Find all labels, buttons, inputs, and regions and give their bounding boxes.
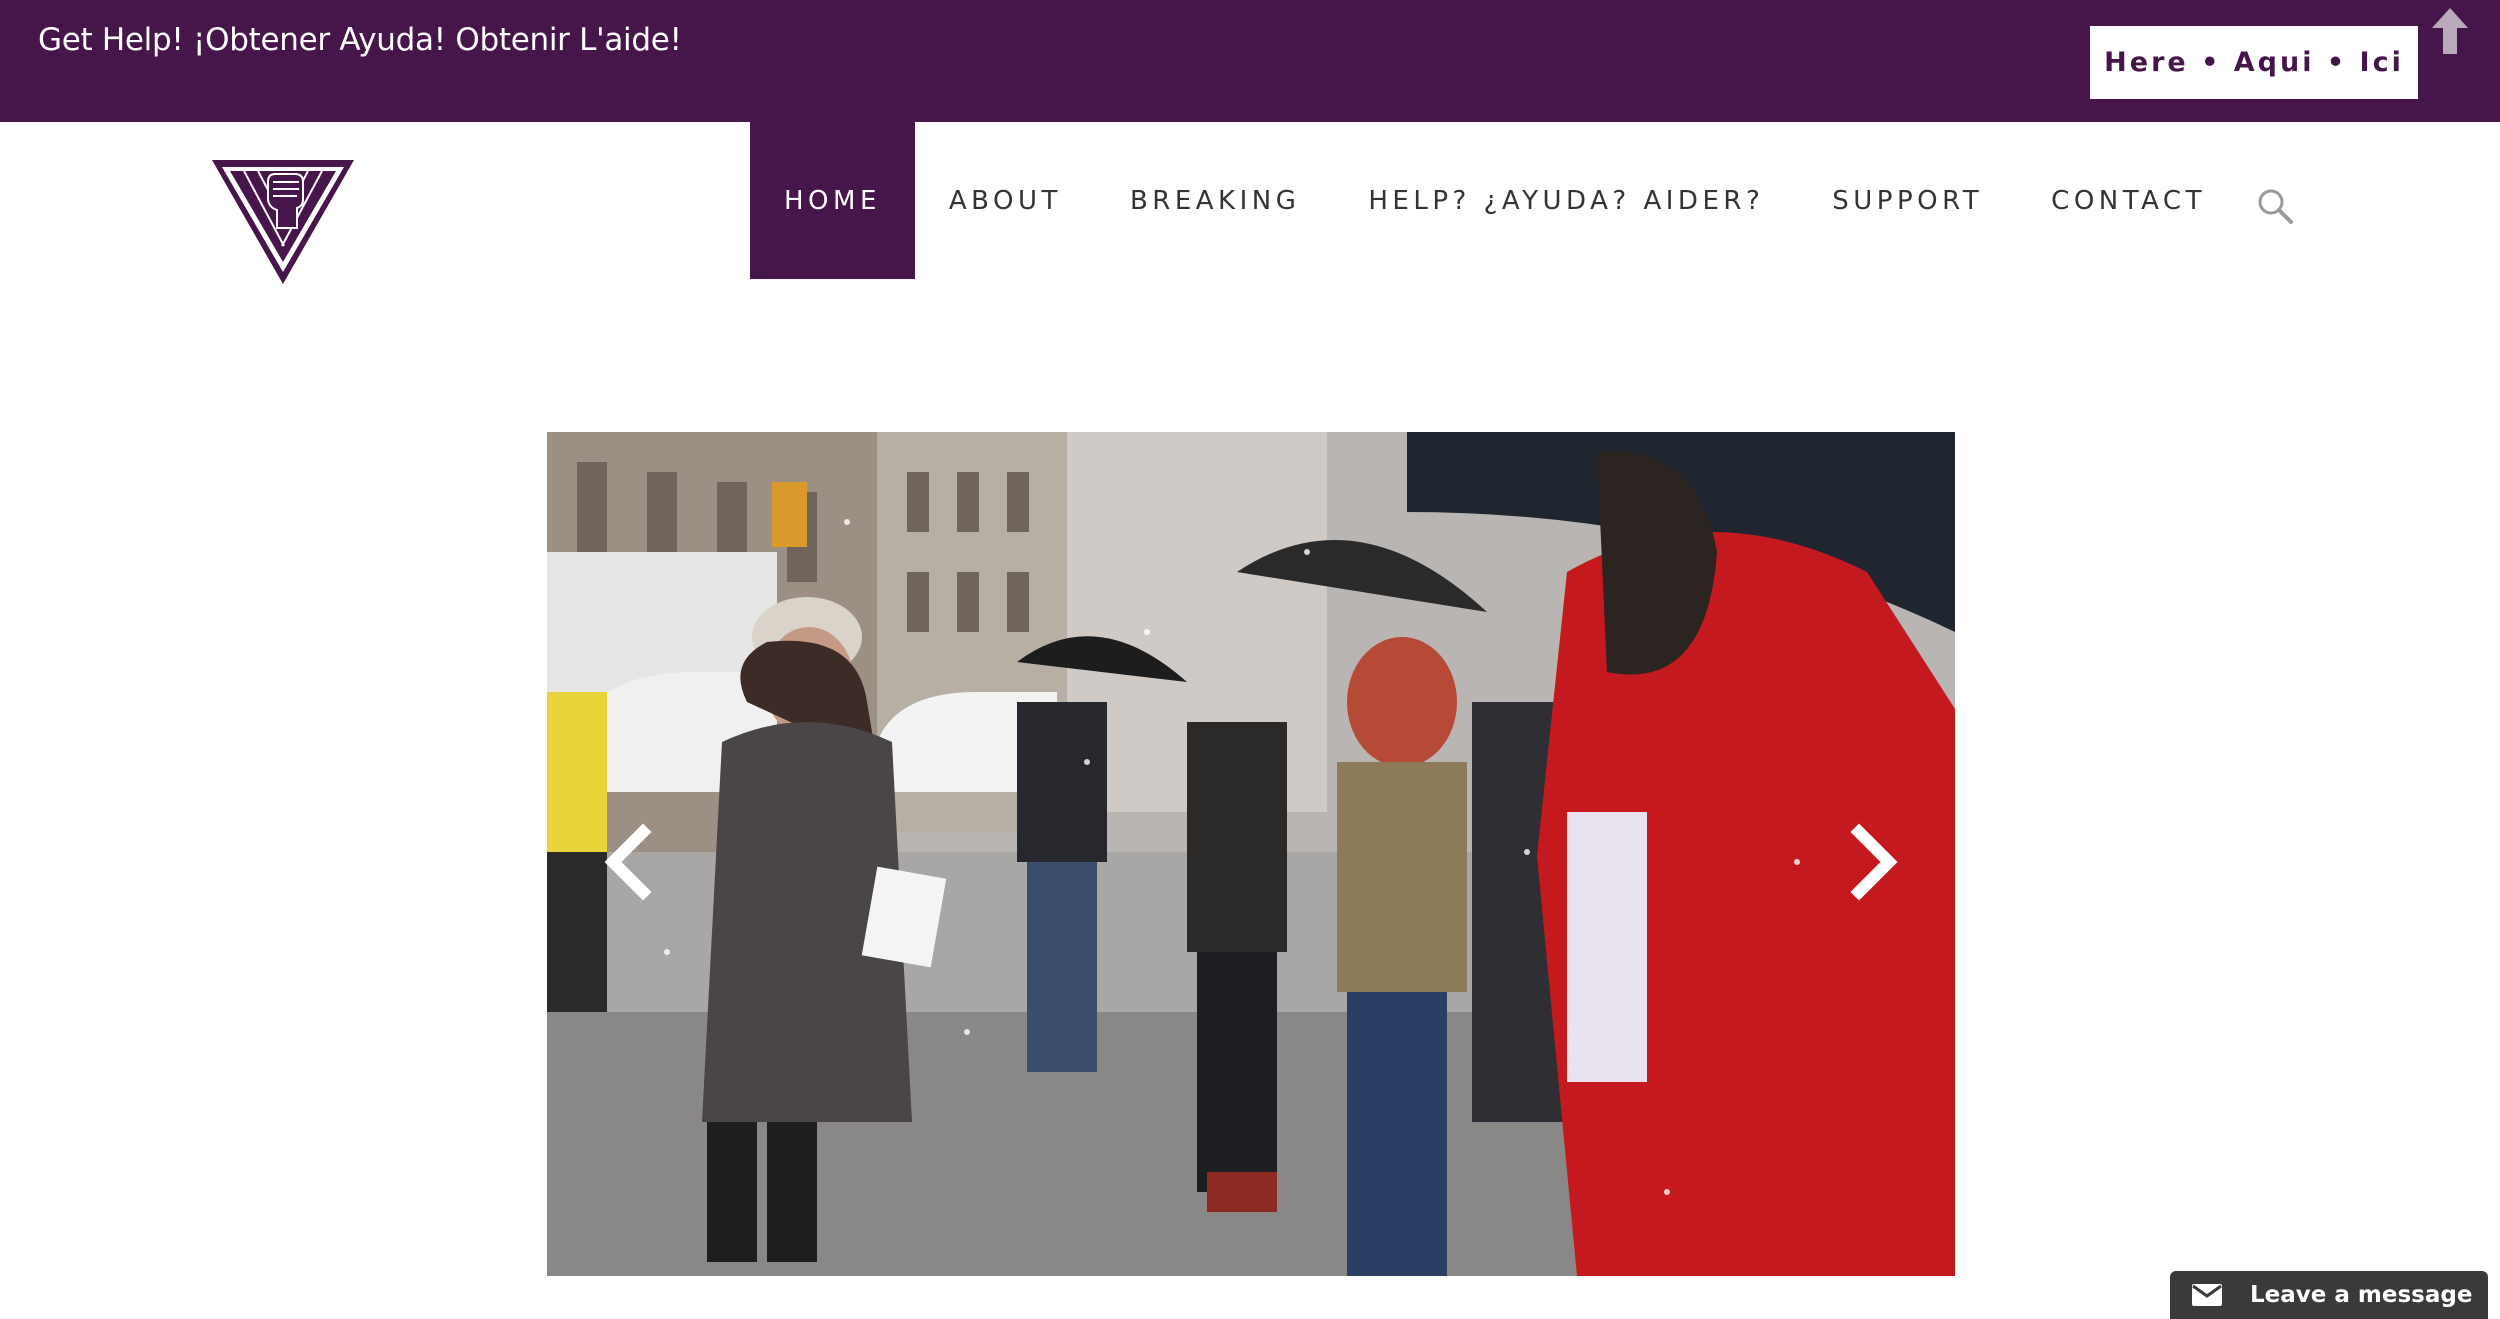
nav-home[interactable]: HOME xyxy=(750,122,915,279)
nav-help[interactable]: HELP? ¿AYUDA? AIDER? xyxy=(1334,122,1798,279)
main-nav: HOME ABOUT BREAKING HELP? ¿AYUDA? AIDER?… xyxy=(750,122,2240,279)
leave-message-button[interactable]: Leave a message xyxy=(2170,1271,2488,1319)
chevron-left-icon[interactable] xyxy=(599,822,659,902)
nav-support[interactable]: SUPPORT xyxy=(1798,122,2017,279)
help-banner-text: Get Help! ¡Obtener Ayuda! Obtenir L'aide… xyxy=(38,22,682,58)
nav-about[interactable]: ABOUT xyxy=(915,122,1096,279)
search-icon[interactable] xyxy=(2255,186,2295,226)
help-banner: Get Help! ¡Obtener Ayuda! Obtenir L'aide… xyxy=(0,0,2500,122)
nav-contact[interactable]: CONTACT xyxy=(2017,122,2240,279)
leave-message-label: Leave a message xyxy=(2250,1282,2473,1308)
nav-breaking[interactable]: BREAKING xyxy=(1096,122,1334,279)
mail-icon xyxy=(2192,1284,2222,1306)
arrow-up-icon[interactable] xyxy=(2428,6,2472,56)
site-logo[interactable] xyxy=(210,158,356,286)
get-help-button[interactable]: Here • Aqui • Ici xyxy=(2090,26,2418,99)
hero-slider xyxy=(547,432,1955,1276)
slide-photo xyxy=(547,432,1955,1276)
chevron-right-icon[interactable] xyxy=(1843,822,1903,902)
